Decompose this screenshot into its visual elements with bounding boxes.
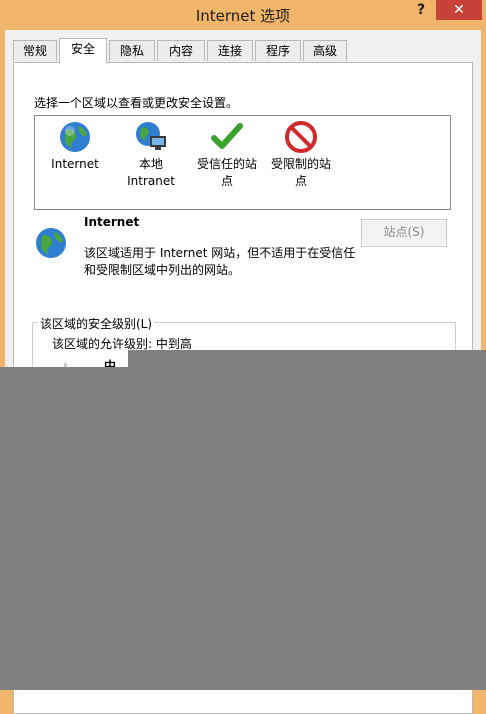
zone-trusted[interactable]: 受信任的站 点: [187, 116, 267, 190]
title-bar: Internet 选项 ? ✕: [0, 0, 486, 30]
zone-prompt: 选择一个区域以查看或更改安全设置。: [34, 96, 239, 110]
globe-icon: [60, 122, 90, 152]
gray-occluder: [0, 367, 486, 690]
gray-occluder: [128, 350, 486, 367]
zone-description: 该区域适用于 Internet 网站，但不适用于在受信任和受限制区域中列出的网站…: [84, 246, 356, 277]
security-level-label: 该区域的安全级别(L): [38, 315, 155, 332]
restricted-icon: [285, 121, 317, 153]
sites-button[interactable]: 站点(S): [361, 219, 447, 247]
zone-internet-label: Internet: [51, 157, 99, 171]
zone-restricted[interactable]: 受限制的站 点: [261, 116, 341, 190]
tab-advanced[interactable]: 高级: [303, 40, 347, 61]
zone-intranet-label: 本地 Intranet: [127, 157, 175, 188]
tab-general[interactable]: 常规: [13, 40, 57, 61]
globe-icon: [36, 228, 66, 258]
tab-content[interactable]: 内容: [157, 40, 205, 61]
zone-trusted-label: 受信任的站 点: [196, 157, 257, 188]
zone-internet[interactable]: Internet: [35, 116, 115, 173]
checkmark-icon: [211, 123, 243, 149]
help-button[interactable]: ?: [406, 0, 436, 22]
zone-intranet[interactable]: 本地 Intranet: [111, 116, 191, 190]
zone-list[interactable]: Internet 本地 Intranet 受信任的站 点 受限制的站 点: [34, 115, 451, 210]
tab-connections[interactable]: 连接: [207, 40, 253, 61]
selected-zone-name: Internet: [84, 215, 140, 229]
tab-programs[interactable]: 程序: [255, 40, 301, 61]
intranet-icon: [136, 122, 166, 150]
tab-privacy[interactable]: 隐私: [109, 40, 155, 61]
tab-security[interactable]: 安全: [59, 38, 107, 63]
zone-restricted-label: 受限制的站 点: [270, 157, 331, 188]
close-button[interactable]: ✕: [436, 0, 482, 20]
